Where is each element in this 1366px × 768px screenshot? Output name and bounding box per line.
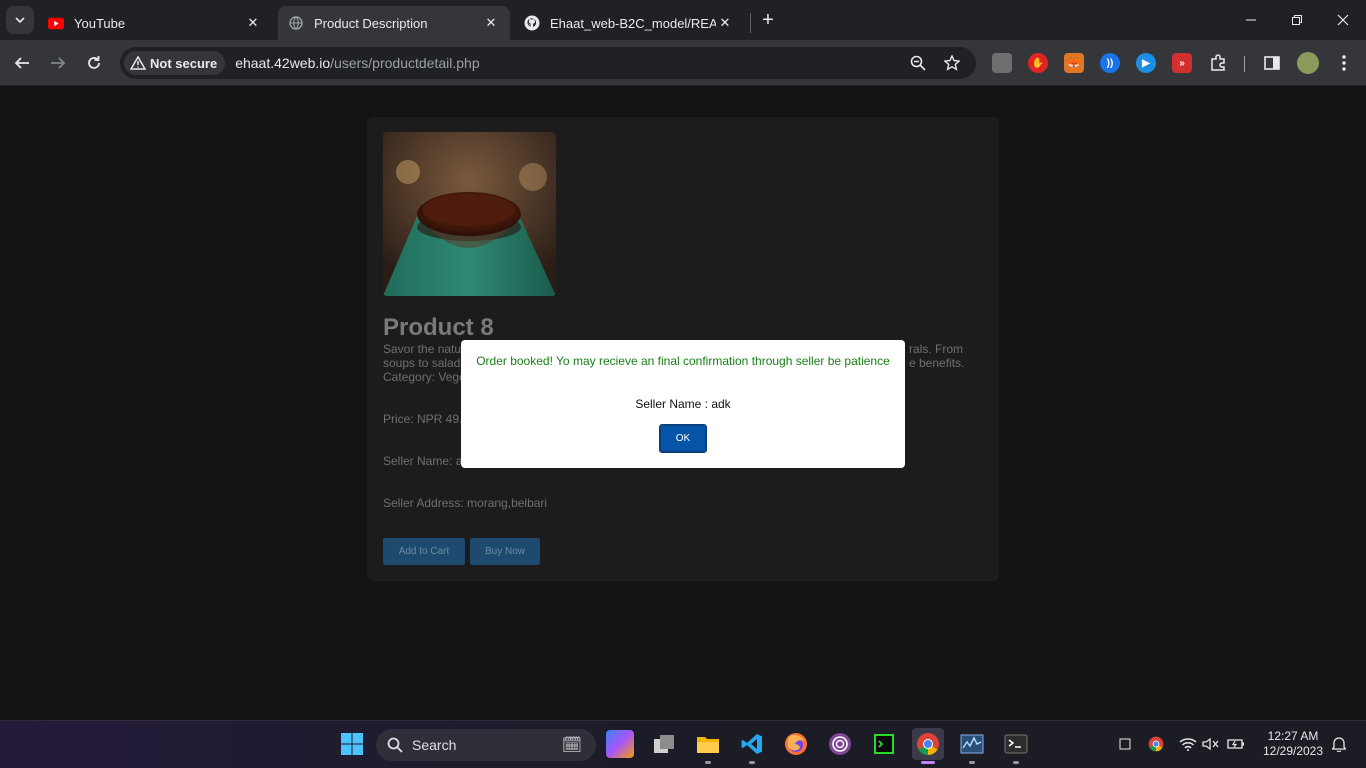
wifi-icon[interactable] [1179,735,1197,753]
running-indicator [1013,761,1019,764]
chevron-down-icon [15,17,25,24]
tab-github-readme[interactable]: Ehaat_web-B2C_model/READM ✕ [514,6,744,40]
file-explorer-icon[interactable] [694,730,722,758]
running-indicator [705,761,711,764]
url-host: ehaat.42web.io [235,55,331,71]
github-icon [524,15,540,31]
site-info-button[interactable]: Not secure [124,51,226,75]
close-tab-icon[interactable]: ✕ [716,14,734,32]
product-image [383,132,556,296]
product-price: Price: NPR 49. [383,412,463,426]
taskbar-search[interactable]: Search 🗓 [376,729,596,761]
extensions-puzzle-icon[interactable] [1208,53,1228,73]
search-label: Search [412,737,457,753]
url-path: /users/productdetail.php [330,55,480,71]
side-panel-icon[interactable] [1262,53,1282,73]
tor-browser-icon[interactable] [826,730,854,758]
order-confirmation-dialog: Order booked! Yo may recieve an final co… [461,340,905,468]
copilot-icon[interactable] [606,730,634,758]
add-to-cart-button[interactable]: Add to Cart [383,538,465,565]
chrome-taskbar-icon[interactable] [912,728,944,760]
ok-button[interactable]: OK [659,424,707,453]
battery-charging-icon[interactable] [1227,735,1245,753]
arrow-right-icon [51,57,66,69]
reload-icon [88,56,100,69]
arrow-left-icon [14,57,29,69]
globe-icon [288,15,304,31]
reload-button[interactable] [82,51,106,75]
system-clock[interactable]: 12:27 AM 12/29/2023 [1256,729,1330,759]
description-line: rals. From [909,342,963,356]
dialog-seller-name: Seller Name : adk [635,397,731,411]
youtube-icon [48,15,64,31]
minimize-button[interactable] [1228,0,1274,40]
tab-youtube[interactable]: YouTube ✕ [38,6,272,40]
product-description-continued: rals. From e benefits. [909,342,964,370]
firefox-icon[interactable] [782,730,810,758]
restore-icon [1292,15,1302,25]
description-line: e benefits. [909,356,965,370]
tab-separator [750,13,751,33]
notification-bell-icon[interactable] [1330,735,1348,753]
bookmark-star-icon[interactable] [942,53,962,73]
close-tab-icon[interactable]: ✕ [482,14,500,32]
new-tab-button[interactable]: + [758,10,778,30]
calendar-highlight-icon: 🗓 [561,737,582,754]
windows-terminal-icon[interactable] [1002,730,1030,758]
buy-now-button[interactable]: Buy Now [470,538,540,565]
tab-title: Product Description [314,15,428,31]
extension-audio-icon[interactable]: )) [1100,53,1120,73]
tab-title: YouTube [74,15,126,31]
extension-hand-icon[interactable]: ✋ [1028,53,1048,73]
security-label: Not secure [150,55,218,71]
tray-chrome-icon[interactable] [1147,735,1165,753]
running-indicator [969,761,975,764]
browser-toolbar: Not secure ehaat.42web.io/users/productd… [0,40,1366,86]
close-tab-icon[interactable]: ✕ [244,14,262,32]
vscode-icon[interactable] [738,730,766,758]
address-bar[interactable]: Not secure ehaat.42web.io/users/productd… [120,47,976,79]
active-app-indicator [921,761,935,764]
running-indicator [749,761,755,764]
warning-icon [130,56,146,70]
toolbar-divider [1244,56,1245,72]
taskbar: Search 🗓 12:27 AM 12/29/2023 [0,720,1366,768]
menu-kebab-icon[interactable] [1334,53,1354,73]
speaker-muted-icon[interactable] [1202,735,1220,753]
back-button[interactable] [10,51,34,75]
forward-button[interactable] [46,51,70,75]
close-icon [1337,14,1349,26]
metamask-fox-icon[interactable]: 🦊 [1064,53,1084,73]
task-view-icon[interactable] [650,730,678,758]
product-seller-name: Seller Name: a [383,454,463,468]
tab-title: Ehaat_web-B2C_model/READM [550,15,716,31]
clock-time: 12:27 AM [1267,729,1319,743]
close-window-button[interactable] [1320,0,1366,40]
zoom-icon[interactable] [908,53,928,73]
url-text[interactable]: ehaat.42web.io/users/productdetail.php [235,55,479,71]
extension-play-icon[interactable]: ▶ [1136,53,1156,73]
extension-red-square-icon[interactable]: » [1172,53,1192,73]
dialog-message: Order booked! Yo may recieve an final co… [476,354,890,368]
task-manager-icon[interactable] [958,730,986,758]
search-icon [387,737,403,753]
minimize-icon [1246,19,1256,21]
tab-strip: YouTube ✕ Product Description ✕ Ehaat_we… [0,0,1366,40]
product-name: Product 8 [383,314,494,341]
tray-app-icon[interactable] [1116,735,1134,753]
clock-date: 12/29/2023 [1262,744,1324,758]
profile-avatar[interactable] [1297,52,1319,74]
restore-button[interactable] [1274,0,1320,40]
windows-start-icon[interactable] [338,730,366,758]
tab-product-description[interactable]: Product Description ✕ [278,6,510,40]
product-seller-address: Seller Address: morang,belbari [383,496,548,510]
tab-search-button[interactable] [6,6,34,34]
extension-generic-icon[interactable] [992,53,1012,73]
terminal-app-icon[interactable] [870,730,898,758]
